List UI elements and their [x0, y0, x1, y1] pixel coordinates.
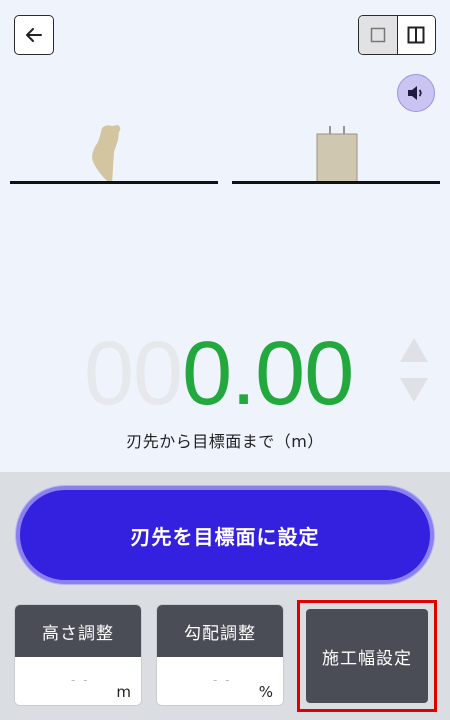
slope-adjust-label: 勾配調整 — [157, 605, 283, 657]
height-adjust-button[interactable]: 高さ調整 - - m — [14, 604, 142, 706]
distance-stepper[interactable] — [398, 336, 430, 406]
slope-adjust-placeholder: - - — [213, 673, 232, 687]
tank-icon — [316, 126, 358, 182]
triangle-up-icon[interactable] — [398, 336, 430, 366]
distance-leading-digits: 00 — [84, 324, 183, 424]
split-view-button[interactable] — [396, 16, 435, 54]
height-adjust-unit: m — [116, 683, 131, 701]
split-view-icon — [407, 26, 425, 44]
speaker-icon — [408, 86, 422, 100]
width-setting-button[interactable]: 施工幅設定 — [306, 609, 428, 703]
height-adjust-label: 高さ調整 — [15, 605, 141, 657]
back-button[interactable] — [14, 15, 54, 55]
distance-readout: 000.00 — [84, 328, 374, 420]
triangle-down-icon[interactable] — [398, 374, 430, 404]
distance-label: 刃先から目標面まで（m） — [126, 432, 324, 451]
height-adjust-value: - - m — [15, 657, 141, 705]
set-target-button[interactable]: 刃先を目標面に設定 — [16, 486, 434, 584]
bucket-icon — [92, 125, 121, 184]
arrow-left-icon — [26, 28, 42, 42]
bucket-view — [10, 118, 218, 190]
slope-adjust-unit: % — [258, 683, 273, 701]
single-view-button[interactable] — [359, 16, 397, 54]
distance-value: 0.00 — [182, 324, 354, 424]
ground-line-left — [10, 181, 218, 184]
width-setting-highlight: 施工幅設定 — [297, 600, 437, 712]
height-adjust-placeholder: - - — [71, 673, 90, 687]
sound-button[interactable] — [397, 74, 435, 112]
ground-line-right — [232, 181, 440, 184]
view-toggle[interactable] — [358, 15, 436, 55]
square-icon — [370, 27, 385, 43]
tank-view — [232, 118, 440, 190]
slope-adjust-value: - - % — [157, 657, 283, 705]
slope-adjust-button[interactable]: 勾配調整 - - % — [156, 604, 284, 706]
